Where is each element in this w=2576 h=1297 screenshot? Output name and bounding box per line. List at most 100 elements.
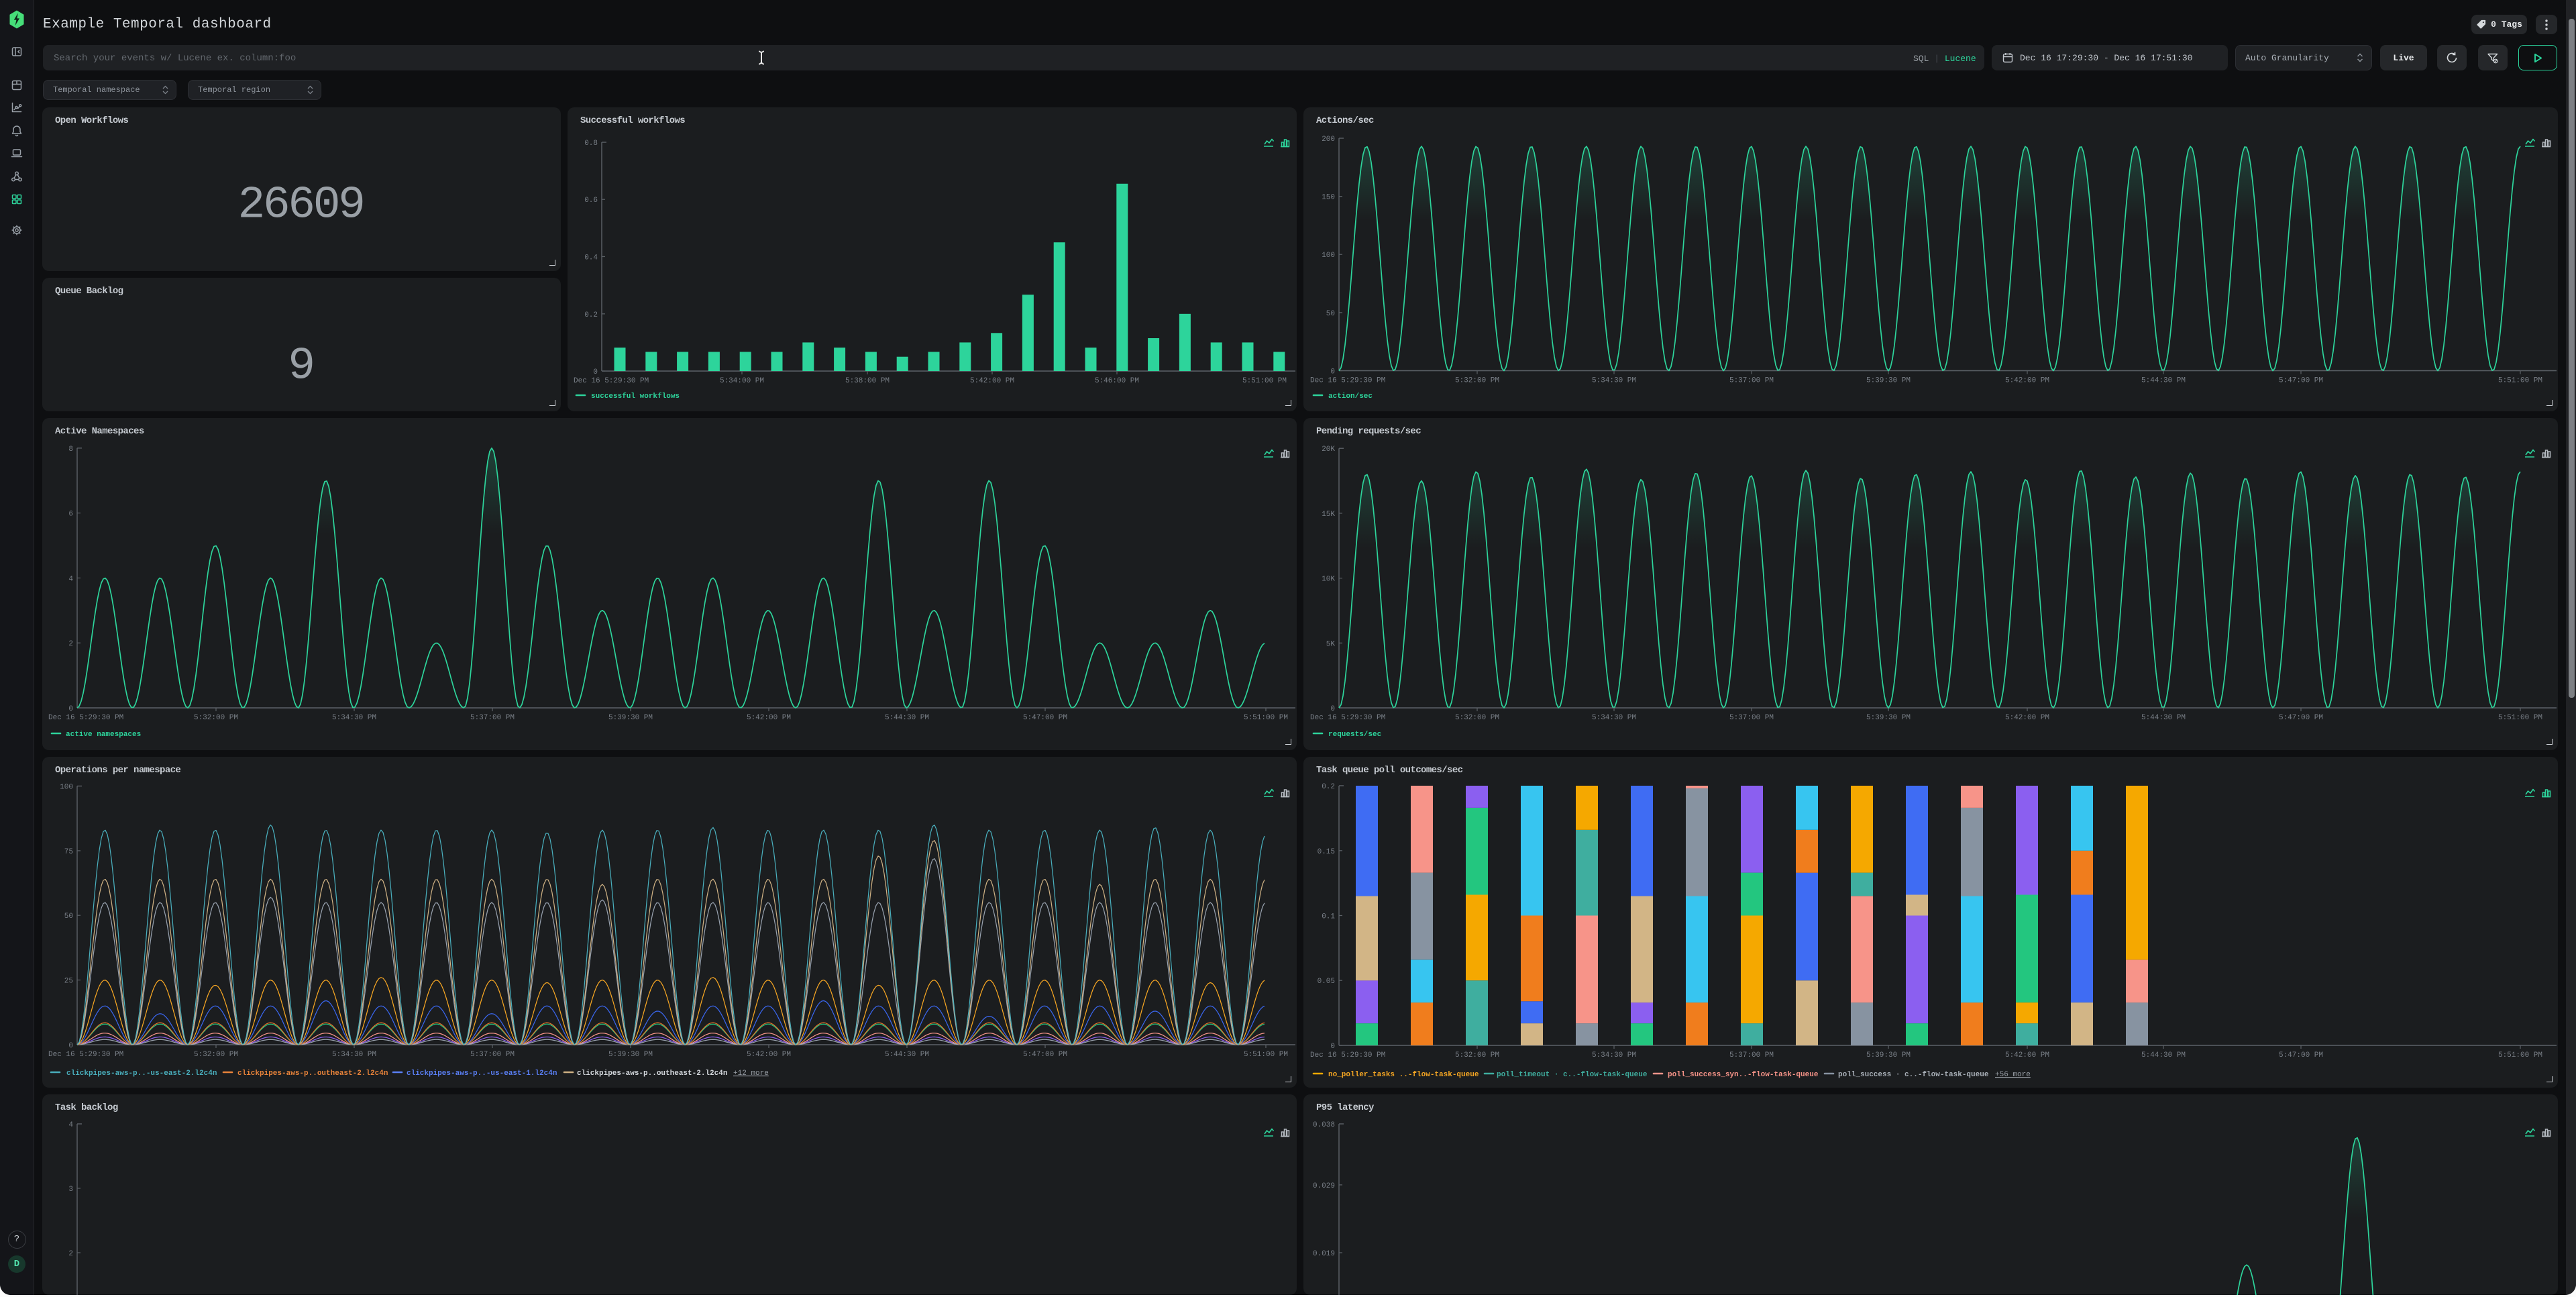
svg-text:5K: 5K (1326, 640, 1336, 648)
svg-text:5:32:00 PM: 5:32:00 PM (1455, 714, 1499, 722)
svg-text:5:44:30 PM: 5:44:30 PM (2141, 714, 2186, 722)
svg-text:5:51:00 PM: 5:51:00 PM (2498, 377, 2542, 385)
svg-text:50: 50 (1326, 310, 1335, 318)
svg-text:Dec 16 5:29:30 PM: Dec 16 5:29:30 PM (48, 714, 123, 722)
svg-text:5:44:30 PM: 5:44:30 PM (2141, 377, 2186, 385)
svg-text:5:39:30 PM: 5:39:30 PM (608, 1051, 653, 1059)
svg-text:clickpipes-aws-p..-us-east-2.l: clickpipes-aws-p..-us-east-2.l2c4n (66, 1070, 217, 1078)
svg-text:5:51:00 PM: 5:51:00 PM (1244, 714, 1288, 722)
svg-text:10K: 10K (1322, 576, 1335, 584)
svg-text:0: 0 (1330, 1043, 1335, 1051)
svg-text:5:47:00 PM: 5:47:00 PM (1023, 1051, 1067, 1059)
svg-text:poll_success · c..-flow-task-q: poll_success · c..-flow-task-queue (1838, 1071, 1989, 1079)
svg-text:0.029: 0.029 (1313, 1182, 1335, 1190)
svg-text:15K: 15K (1322, 511, 1335, 519)
svg-text:8: 8 (68, 446, 73, 454)
svg-text:5:51:00 PM: 5:51:00 PM (2498, 714, 2542, 722)
svg-text:5:47:00 PM: 5:47:00 PM (2279, 1051, 2323, 1059)
svg-text:0.2: 0.2 (1322, 783, 1335, 791)
svg-text:5:32:00 PM: 5:32:00 PM (194, 1051, 238, 1059)
svg-text:0: 0 (1330, 368, 1335, 376)
svg-text:5:44:30 PM: 5:44:30 PM (885, 714, 929, 722)
svg-text:5:37:00 PM: 5:37:00 PM (1729, 1051, 1774, 1059)
svg-text:5:39:30 PM: 5:39:30 PM (608, 714, 653, 722)
svg-text:Dec 16 5:29:30 PM: Dec 16 5:29:30 PM (1310, 714, 1385, 722)
svg-text:5:34:30 PM: 5:34:30 PM (332, 714, 376, 722)
svg-text:5:37:00 PM: 5:37:00 PM (1729, 377, 1774, 385)
svg-text:200: 200 (1322, 136, 1335, 144)
svg-text:clickpipes-aws-p..-us-east-1.l: clickpipes-aws-p..-us-east-1.l2c4n (407, 1070, 557, 1078)
svg-text:0.6: 0.6 (584, 197, 598, 205)
svg-text:50: 50 (64, 913, 73, 921)
svg-text:5:47:00 PM: 5:47:00 PM (2279, 714, 2323, 722)
svg-text:0.038: 0.038 (1313, 1121, 1335, 1129)
svg-text:5:51:00 PM: 5:51:00 PM (1242, 377, 1287, 385)
svg-text:150: 150 (1322, 194, 1335, 202)
svg-text:clickpipes-aws-p..outheast-2.l: clickpipes-aws-p..outheast-2.l2c4n (577, 1070, 727, 1078)
svg-text:clickpipes-aws-p..outheast-2.l: clickpipes-aws-p..outheast-2.l2c4n (237, 1070, 388, 1078)
svg-text:successful workflows: successful workflows (591, 393, 680, 401)
svg-text:0.05: 0.05 (1318, 978, 1335, 986)
svg-text:action/sec: action/sec (1328, 393, 1373, 401)
svg-text:0.15: 0.15 (1318, 848, 1335, 856)
svg-text:5:32:00 PM: 5:32:00 PM (1455, 1051, 1499, 1059)
svg-text:0: 0 (68, 705, 73, 713)
svg-text:Dec 16 5:29:30 PM: Dec 16 5:29:30 PM (48, 1051, 123, 1059)
svg-text:5:32:00 PM: 5:32:00 PM (1455, 377, 1499, 385)
svg-text:5:51:00 PM: 5:51:00 PM (2498, 1051, 2542, 1059)
svg-text:5:42:00 PM: 5:42:00 PM (970, 377, 1014, 385)
svg-text:0: 0 (593, 368, 598, 376)
svg-text:5:51:00 PM: 5:51:00 PM (1244, 1051, 1288, 1059)
svg-text:Dec 16 5:29:30 PM: Dec 16 5:29:30 PM (1310, 377, 1385, 385)
svg-text:0.4: 0.4 (584, 254, 598, 262)
svg-text:no_poller_tasks ..-flow-task-q: no_poller_tasks ..-flow-task-queue (1328, 1071, 1479, 1079)
svg-text:5:34:30 PM: 5:34:30 PM (332, 1051, 376, 1059)
svg-text:0: 0 (1330, 705, 1335, 713)
svg-text:5:37:00 PM: 5:37:00 PM (470, 714, 515, 722)
svg-text:5:37:00 PM: 5:37:00 PM (1729, 714, 1774, 722)
svg-text:5:34:30 PM: 5:34:30 PM (1592, 377, 1636, 385)
svg-text:5:47:00 PM: 5:47:00 PM (1023, 714, 1067, 722)
svg-text:5:39:30 PM: 5:39:30 PM (1866, 377, 1911, 385)
svg-text:active namespaces: active namespaces (66, 731, 141, 739)
svg-text:0.1: 0.1 (1322, 913, 1335, 921)
svg-text:requests/sec: requests/sec (1328, 731, 1381, 739)
svg-text:25: 25 (64, 978, 73, 986)
svg-text:+56 more: +56 more (1995, 1071, 2031, 1079)
svg-text:20K: 20K (1322, 446, 1335, 454)
svg-text:75: 75 (64, 848, 73, 856)
svg-text:5:34:00 PM: 5:34:00 PM (720, 377, 764, 385)
svg-text:5:42:00 PM: 5:42:00 PM (747, 714, 791, 722)
svg-text:0.8: 0.8 (584, 140, 598, 148)
svg-text:0: 0 (68, 1042, 73, 1050)
svg-text:5:47:00 PM: 5:47:00 PM (2279, 377, 2323, 385)
svg-text:0.019: 0.019 (1313, 1250, 1335, 1258)
svg-text:5:44:30 PM: 5:44:30 PM (885, 1051, 929, 1059)
svg-text:5:39:30 PM: 5:39:30 PM (1866, 714, 1911, 722)
svg-text:Dec 16 5:29:30 PM: Dec 16 5:29:30 PM (574, 377, 649, 385)
svg-text:3: 3 (68, 1186, 73, 1194)
svg-text:2: 2 (68, 1250, 73, 1258)
svg-text:0.2: 0.2 (584, 311, 598, 319)
svg-text:4: 4 (68, 575, 73, 583)
svg-text:5:42:00 PM: 5:42:00 PM (2005, 1051, 2049, 1059)
svg-text:6: 6 (68, 511, 73, 519)
svg-text:5:38:00 PM: 5:38:00 PM (845, 377, 890, 385)
svg-text:poll_success_syn..-flow-task-q: poll_success_syn..-flow-task-queue (1668, 1071, 1819, 1079)
svg-text:5:34:30 PM: 5:34:30 PM (1592, 714, 1636, 722)
svg-text:5:42:00 PM: 5:42:00 PM (747, 1051, 791, 1059)
svg-text:5:42:00 PM: 5:42:00 PM (2005, 714, 2049, 722)
svg-text:5:32:00 PM: 5:32:00 PM (194, 714, 238, 722)
svg-text:5:37:00 PM: 5:37:00 PM (470, 1051, 515, 1059)
svg-text:5:42:00 PM: 5:42:00 PM (2005, 377, 2049, 385)
svg-text:poll_timeout · c..-flow-task-q: poll_timeout · c..-flow-task-queue (1497, 1071, 1648, 1079)
svg-text:2: 2 (68, 640, 73, 648)
svg-text:+12 more: +12 more (733, 1070, 769, 1078)
svg-text:5:46:00 PM: 5:46:00 PM (1095, 377, 1139, 385)
svg-text:5:44:30 PM: 5:44:30 PM (2141, 1051, 2186, 1059)
svg-text:5:34:30 PM: 5:34:30 PM (1592, 1051, 1636, 1059)
svg-text:100: 100 (1322, 252, 1335, 260)
svg-text:4: 4 (68, 1121, 73, 1129)
svg-text:5:39:30 PM: 5:39:30 PM (1866, 1051, 1911, 1059)
svg-text:100: 100 (60, 784, 73, 792)
